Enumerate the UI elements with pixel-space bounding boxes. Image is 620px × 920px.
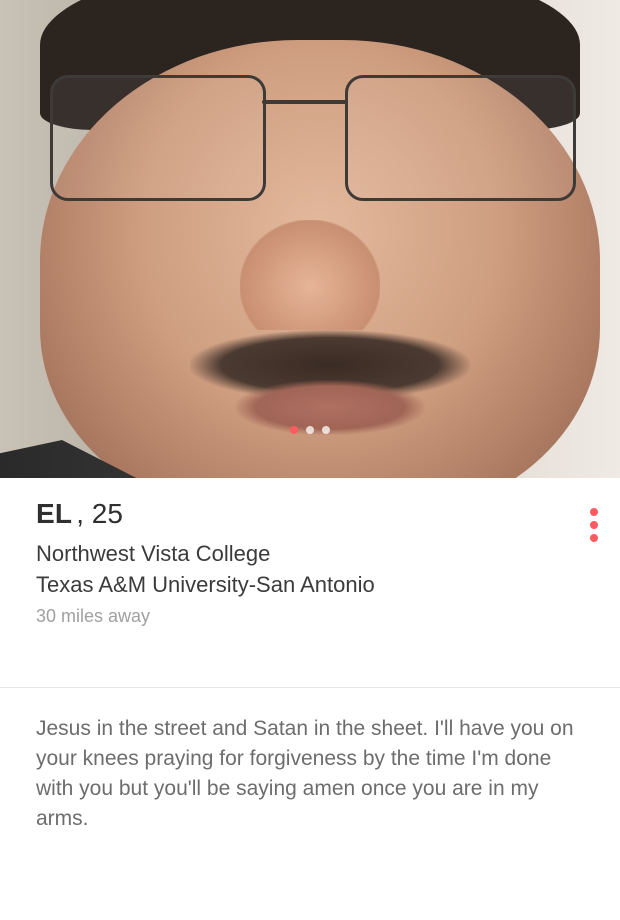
glasses-right-lens (345, 75, 576, 201)
school-secondary: Texas A&M University-San Antonio (36, 572, 375, 597)
distance-text: 30 miles away (36, 606, 151, 626)
profile-info: EL , 25 Northwest Vista College Texas A&… (0, 478, 620, 688)
glasses-bridge (262, 100, 347, 104)
profile-photo[interactable] (0, 0, 620, 478)
photo-dot-1[interactable] (290, 426, 298, 434)
name-age-row: EL , 25 (36, 498, 582, 530)
profile-bio: Jesus in the street and Satan in the she… (36, 717, 574, 830)
more-dot-3 (590, 534, 598, 542)
photo-nose (240, 220, 380, 330)
more-dot-1 (590, 508, 598, 516)
profile-age: , 25 (76, 498, 123, 529)
photo-mouth (235, 380, 425, 435)
glasses-left-lens (50, 75, 266, 201)
more-dot-2 (590, 521, 598, 529)
more-options-icon[interactable] (590, 508, 598, 542)
profile-name: EL (36, 498, 73, 529)
school-primary: Northwest Vista College (36, 541, 271, 566)
photo-dot-2[interactable] (306, 426, 314, 434)
photo-page-indicator (290, 426, 330, 434)
photo-dot-3[interactable] (322, 426, 330, 434)
